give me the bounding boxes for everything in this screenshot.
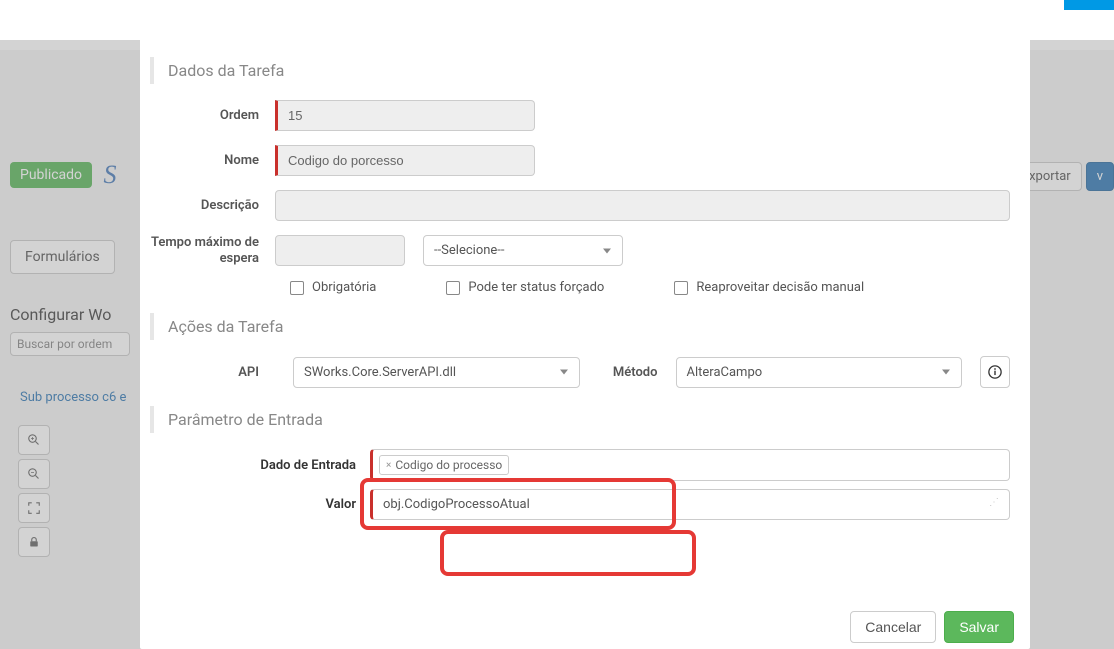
tag-label: Codigo do processo — [395, 458, 502, 472]
label-descricao: Descrição — [150, 198, 275, 213]
tag-codigo-processo[interactable]: × Codigo do processo — [379, 455, 509, 475]
tag-remove-icon[interactable]: × — [386, 460, 391, 471]
task-config-modal: Dados da Tarefa Ordem Nome Descrição Tem… — [140, 35, 1030, 649]
checkbox-status-forcado[interactable]: Pode ter status forçado — [446, 280, 604, 295]
input-nome[interactable] — [275, 145, 535, 176]
input-ordem[interactable] — [275, 100, 535, 131]
label-tempo-max: Tempo máximo de espera — [150, 235, 275, 266]
caret-down-icon — [560, 370, 568, 375]
select-metodo[interactable]: AlteraCampo — [676, 357, 963, 388]
caret-down-icon — [942, 370, 950, 375]
checkbox-box — [290, 281, 304, 295]
label-valor: Valor — [320, 497, 370, 512]
resize-handle-icon[interactable]: ⋰ — [989, 497, 999, 507]
select-api-value: SWorks.Core.ServerAPI.dll — [293, 357, 580, 388]
input-descricao[interactable] — [275, 190, 1010, 221]
section-acoes-tarefa: Ações da Tarefa — [150, 313, 1010, 340]
checkbox-reaproveitar-label: Reaproveitar decisão manual — [696, 280, 864, 295]
info-icon[interactable] — [980, 356, 1010, 388]
modal-footer: Cancelar Salvar — [850, 611, 1014, 643]
checkbox-obrigatoria-label: Obrigatória — [312, 280, 376, 295]
page-background: Publicado S xportar v Formulários Config… — [0, 0, 1114, 649]
input-valor[interactable]: obj.CodigoProcessoAtual ⋰ — [370, 489, 1010, 520]
select-tempo-unit-value: --Selecione-- — [423, 235, 623, 266]
select-metodo-value: AlteraCampo — [676, 357, 963, 388]
section-dados-tarefa: Dados da Tarefa — [150, 57, 1010, 84]
input-valor-text: obj.CodigoProcessoAtual — [383, 497, 530, 512]
checkbox-reaproveitar[interactable]: Reaproveitar decisão manual — [674, 280, 864, 295]
select-api[interactable]: SWorks.Core.ServerAPI.dll — [293, 357, 580, 388]
select-tempo-unit[interactable]: --Selecione-- — [423, 235, 623, 266]
label-ordem: Ordem — [150, 108, 275, 123]
input-tempo-num[interactable] — [275, 235, 405, 266]
checkbox-status-forcado-label: Pode ter status forçado — [468, 280, 604, 295]
section-parametro-entrada: Parâmetro de Entrada — [150, 406, 1010, 433]
label-dado-entrada: Dado de Entrada — [240, 458, 370, 473]
checkbox-box — [674, 281, 688, 295]
caret-down-icon — [603, 248, 611, 253]
cancel-button[interactable]: Cancelar — [850, 611, 936, 643]
top-accent-bar — [1064, 0, 1114, 10]
label-metodo: Método — [598, 365, 658, 380]
label-nome: Nome — [150, 153, 275, 168]
input-dado-entrada[interactable]: × Codigo do processo — [370, 449, 1010, 481]
checkbox-row: Obrigatória Pode ter status forçado Reap… — [150, 280, 1010, 295]
checkbox-box — [446, 281, 460, 295]
label-api: API — [150, 365, 275, 380]
checkbox-obrigatoria[interactable]: Obrigatória — [290, 280, 376, 295]
save-button[interactable]: Salvar — [944, 611, 1014, 643]
